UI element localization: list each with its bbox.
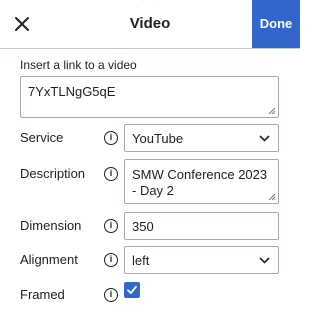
description-label: Description [20,166,86,181]
alignment-select[interactable]: left [124,246,279,274]
info-icon[interactable]: i [104,253,118,267]
resize-grip-icon[interactable] [268,193,276,201]
description-input[interactable]: SMW Conference 2023 - Day 2 [124,159,279,204]
checkmark-icon [127,285,137,294]
chevron-down-icon [259,257,270,264]
video-link-label: Insert a link to a video [20,58,137,72]
dimension-input[interactable]: 350 [124,212,279,240]
done-button[interactable]: Done [252,0,300,48]
alignment-value: left [132,253,150,268]
description-value: SMW Conference 2023 - Day 2 [132,167,268,198]
dimension-label: Dimension [20,218,82,233]
info-icon[interactable]: i [104,288,118,302]
close-icon [15,17,29,31]
service-value: YouTube [132,131,184,146]
info-icon[interactable]: i [104,167,118,181]
close-button[interactable] [8,10,36,38]
chevron-down-icon [259,135,270,142]
info-icon[interactable]: i [104,131,118,145]
info-icon[interactable]: i [104,219,118,233]
dimension-value: 350 [132,219,154,234]
service-label: Service [20,130,64,145]
video-link-input[interactable]: 7YxTLNgG5qE [20,76,279,118]
dialog-header: Video Done [0,0,300,49]
service-select[interactable]: YouTube [124,124,279,152]
framed-checkbox[interactable] [124,282,140,298]
resize-grip-icon[interactable] [268,107,276,115]
video-link-value: 7YxTLNgG5qE [28,84,116,99]
alignment-label: Alignment [20,252,78,267]
framed-label: Framed [20,287,65,302]
popup-pointer [141,0,159,9]
